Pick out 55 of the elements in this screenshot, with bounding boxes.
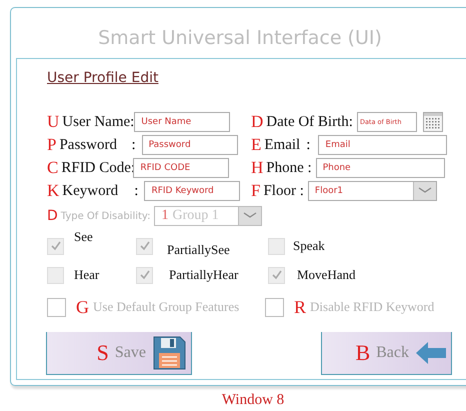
checkbox-label: See	[74, 229, 93, 245]
hotkey-letter: K	[47, 181, 60, 201]
hotkey-letter: G	[76, 296, 89, 318]
arrow-left-icon	[415, 341, 447, 365]
text-field[interactable]: Password	[142, 135, 238, 155]
field-label: User Name:	[62, 114, 132, 130]
checkbox[interactable]	[136, 266, 153, 284]
floor-dropdown[interactable]: Floor1	[308, 181, 437, 201]
field-label: Password	[59, 136, 118, 154]
label-colon: :	[131, 136, 136, 154]
hotkey-letter: D	[251, 112, 264, 132]
checkbox-label: MoveHand	[297, 267, 356, 283]
checkbox[interactable]	[47, 266, 64, 284]
label-colon: :	[306, 136, 310, 154]
calendar-icon[interactable]	[422, 112, 443, 132]
text-field[interactable]: User Name	[134, 112, 230, 132]
hotkey-letter: U	[47, 112, 60, 132]
window-title: Smart Universal Interface (UI)	[97, 26, 383, 51]
chevron-down-icon	[243, 212, 258, 220]
field-label: Date Of Birth:	[266, 114, 353, 130]
form-heading: User Profile Edit	[47, 70, 158, 86]
text-field[interactable]: RFID Keyword	[144, 181, 240, 201]
checkbox-label: Hear	[74, 267, 100, 283]
checkmark-icon	[138, 269, 150, 281]
text-field[interactable]: Phone	[316, 158, 445, 178]
checkbox[interactable]	[47, 238, 64, 254]
checkbox[interactable]	[268, 238, 285, 254]
hotkey-letter: F	[251, 181, 260, 201]
field-label: Phone :	[266, 160, 312, 176]
checkbox-label: Speak	[293, 238, 325, 254]
field-label: RFID Code:	[61, 160, 132, 176]
checkbox-label: PartiallyHear	[169, 267, 238, 283]
checkbox-label: PartiallySee	[167, 242, 230, 258]
field-label: Type Of Disability:	[60, 210, 150, 222]
hotkey-letter: E	[251, 135, 262, 155]
hotkey-letter: H	[251, 158, 264, 178]
text-field[interactable]: RFID CODE	[133, 158, 230, 178]
chevron-down-icon	[418, 187, 432, 195]
label-colon: :	[134, 182, 138, 200]
checkbox-label: Disable RFID Keyword	[310, 299, 434, 315]
checkmark-icon	[50, 240, 62, 252]
field-label: Keyword	[62, 182, 120, 200]
hotkey-letter: R	[294, 296, 306, 318]
hotkey-letter: P	[47, 135, 56, 155]
figure-caption: Window 8	[220, 392, 286, 409]
checkmark-icon	[138, 240, 150, 252]
checkmark-icon	[270, 269, 282, 281]
text-field[interactable]: Email	[318, 135, 448, 155]
checkbox[interactable]	[136, 238, 153, 254]
hotkey-letter: C	[47, 158, 58, 178]
checkbox-label: Use Default Group Features	[93, 299, 240, 315]
checkbox[interactable]	[268, 266, 285, 284]
hotkey-letter: D	[47, 208, 58, 224]
field-label: Email	[264, 136, 300, 154]
field-label: Floor :	[263, 182, 304, 200]
